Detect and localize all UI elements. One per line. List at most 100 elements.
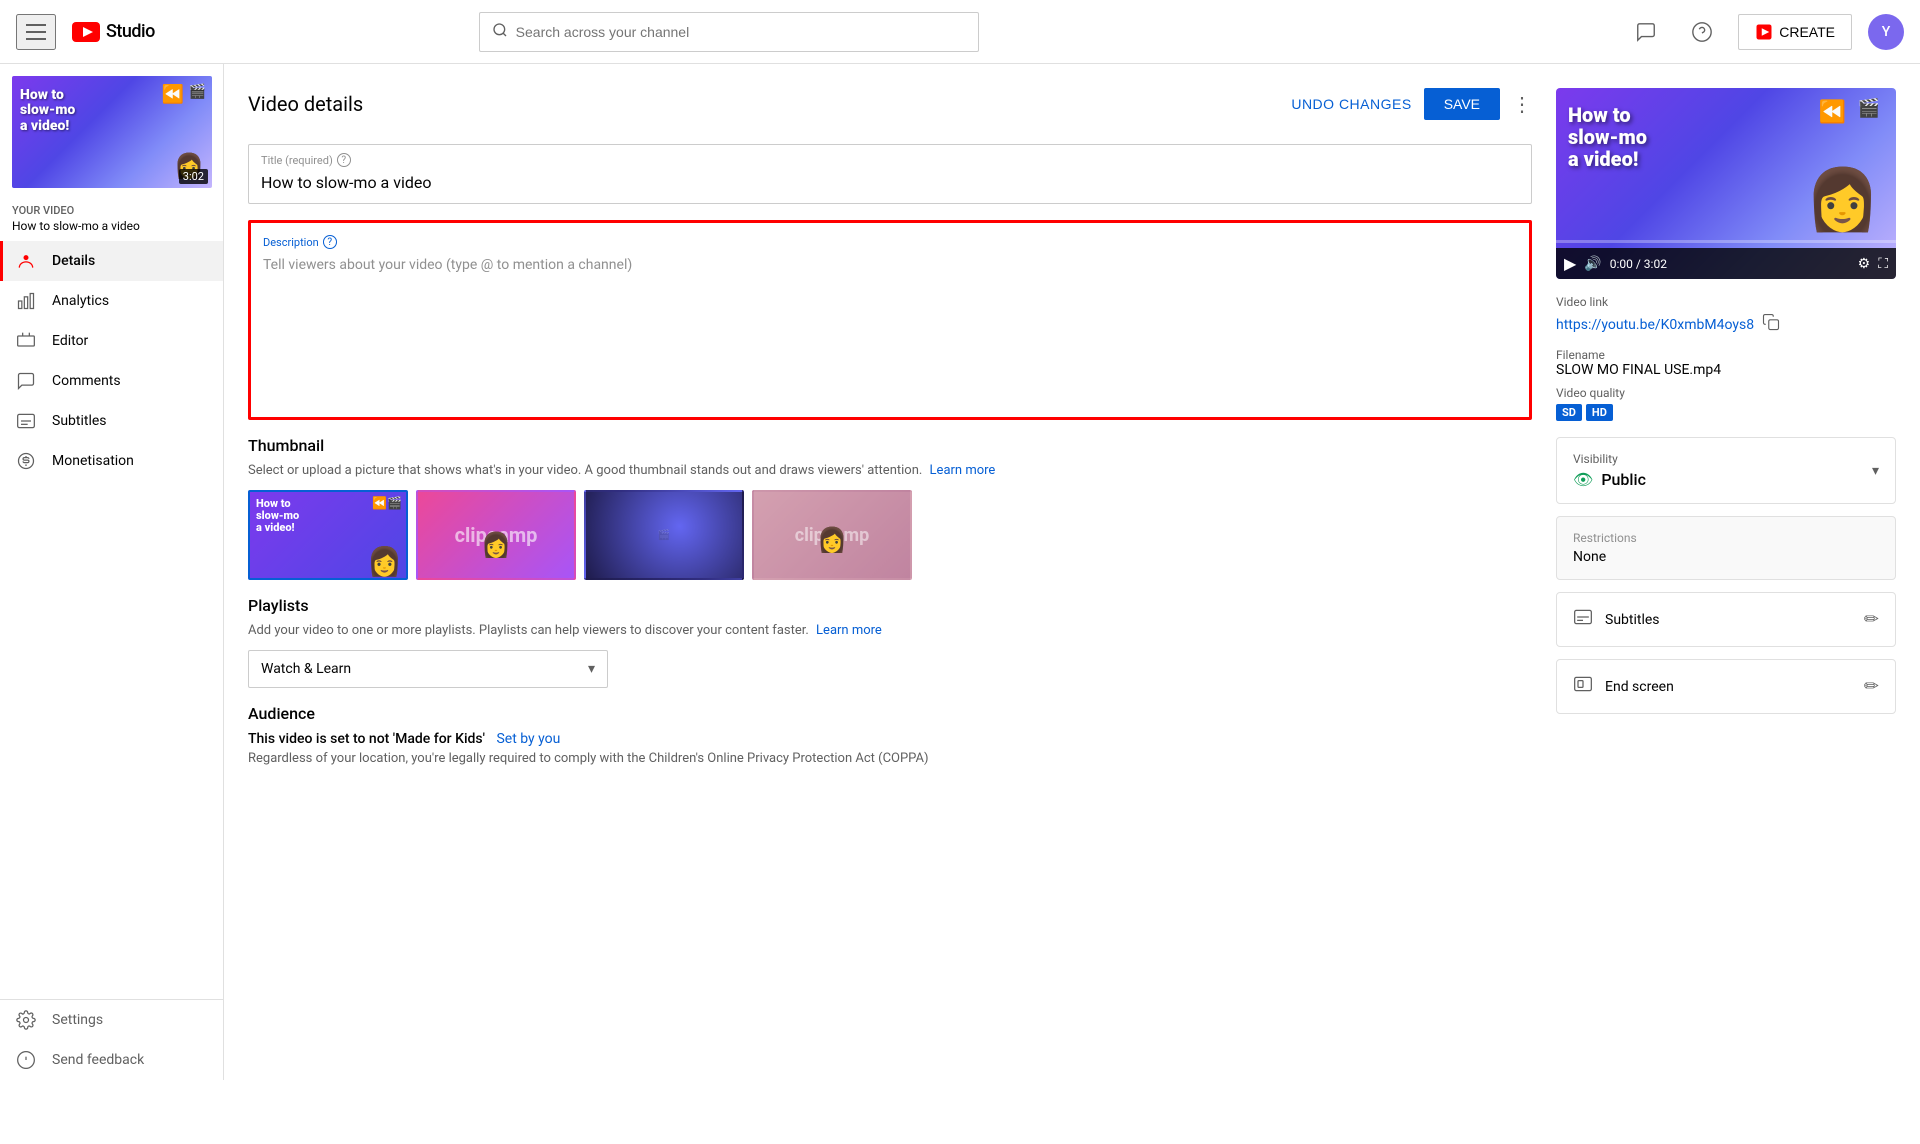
quality-label: Video quality: [1556, 386, 1896, 400]
playlist-dropdown[interactable]: Watch & Learn ▾: [248, 650, 608, 688]
video-link-row: https://youtu.be/K0xmbM4oys8: [1556, 313, 1896, 336]
sidebar-item-subtitles[interactable]: Subtitles: [0, 401, 223, 441]
audience-section: Audience This video is set to not 'Made …: [248, 704, 1532, 766]
end-screen-card-header[interactable]: End screen ✏: [1557, 660, 1895, 713]
quality-badges: SD HD: [1556, 404, 1896, 421]
sidebar-item-monetisation[interactable]: Monetisation: [0, 441, 223, 481]
public-eye-icon: 👁: [1573, 470, 1593, 489]
thumb-duration: 3:02: [179, 169, 208, 184]
playlists-title: Playlists: [248, 596, 1532, 615]
nav-right: CREATE Y: [1626, 12, 1904, 52]
visibility-label: Visibility: [1573, 452, 1646, 466]
title-label: Title (required) ?: [261, 153, 1519, 167]
video-settings-button[interactable]: ⚙: [1858, 256, 1871, 272]
volume-button[interactable]: 🔊: [1584, 256, 1601, 272]
subtitles-card-title: Subtitles: [1605, 612, 1660, 628]
thumbnail-option-2[interactable]: clipoamp 👩: [416, 490, 576, 580]
thumbnail-title: Thumbnail: [248, 436, 1532, 455]
copy-icon: [1762, 313, 1780, 331]
sidebar-item-settings[interactable]: Settings: [0, 1000, 223, 1040]
badge-hd: HD: [1586, 404, 1613, 421]
audience-title: Audience: [248, 704, 1532, 723]
save-button[interactable]: SAVE: [1424, 88, 1500, 120]
visibility-card[interactable]: Visibility 👁 Public ▾: [1556, 437, 1896, 504]
analytics-icon: [16, 291, 36, 311]
hamburger-menu[interactable]: [16, 14, 56, 50]
sidebar-item-label: Editor: [52, 333, 88, 349]
sidebar-item-send-feedback[interactable]: Send feedback: [0, 1040, 223, 1080]
editor-icon: [16, 331, 36, 351]
search-input[interactable]: [516, 24, 966, 40]
header-actions: UNDO CHANGES SAVE ⋮: [1291, 88, 1532, 120]
playlists-desc: Add your video to one or more playlists.…: [248, 623, 1532, 638]
visibility-value: Public: [1601, 470, 1646, 489]
copy-link-button[interactable]: [1762, 313, 1780, 336]
thumbnail-option-4[interactable]: clipoamp 👩: [752, 490, 912, 580]
form-section: Title (required) ? How to slow-mo a vide…: [248, 144, 1532, 766]
thumbnail-option-1[interactable]: How toslow-moa video! ⏪🎬 👩: [248, 490, 408, 580]
sidebar-item-details[interactable]: Details: [0, 241, 223, 281]
sidebar-item-analytics[interactable]: Analytics: [0, 281, 223, 321]
sidebar-item-editor[interactable]: Editor: [0, 321, 223, 361]
search-icon: [492, 22, 508, 42]
end-screen-card[interactable]: End screen ✏: [1556, 659, 1896, 714]
playlist-selected-value: Watch & Learn: [261, 661, 351, 677]
filename-item: Filename SLOW MO FINAL USE.mp4: [1556, 348, 1896, 378]
sidebar-item-label: Send feedback: [52, 1052, 144, 1068]
sidebar-video-title: How to slow-mo a video: [12, 219, 211, 233]
help-icon-button[interactable]: [1682, 12, 1722, 52]
more-options-button[interactable]: ⋮: [1512, 92, 1532, 117]
subtitles-card[interactable]: Subtitles ✏: [1556, 592, 1896, 647]
user-avatar[interactable]: Y: [1868, 14, 1904, 50]
settings-icon: [16, 1010, 36, 1030]
sidebar-nav: Details Analytics Editor Comments: [0, 241, 223, 481]
comments-icon-button[interactable]: [1626, 12, 1666, 52]
title-field-wrap[interactable]: Title (required) ? How to slow-mo a vide…: [248, 144, 1532, 204]
rewind-icon: ⏪: [162, 84, 184, 105]
thumbnail-option-3[interactable]: 🎬: [584, 490, 744, 580]
create-button[interactable]: CREATE: [1738, 14, 1852, 50]
play-button[interactable]: ▶: [1564, 254, 1576, 273]
create-icon: [1755, 23, 1773, 41]
description-field-wrap[interactable]: Description ? Tell viewers about your vi…: [248, 220, 1532, 420]
video-thumb-large: How toslow-moa video! ⏪ 🎬 👩 ▶ 🔊 0:00 / 3…: [1556, 88, 1896, 279]
sidebar-bottom: Settings Send feedback: [0, 999, 223, 1080]
end-screen-edit-icon[interactable]: ✏: [1864, 676, 1879, 697]
undo-changes-button[interactable]: UNDO CHANGES: [1291, 96, 1411, 112]
details-icon: [16, 251, 36, 271]
your-video-label: Your video: [12, 204, 211, 217]
main-content: Video details UNDO CHANGES SAVE ⋮ Title …: [224, 64, 1920, 1080]
video-link-label: Video link: [1556, 295, 1896, 309]
badge-sd: SD: [1556, 404, 1582, 421]
restrictions-card: Restrictions None: [1556, 516, 1896, 580]
thumbnail-learn-more[interactable]: Learn more: [930, 463, 996, 478]
set-by-link[interactable]: Set by you: [496, 731, 560, 747]
logo-link[interactable]: Studio: [72, 21, 155, 42]
playlists-learn-more[interactable]: Learn more: [816, 623, 882, 638]
description-help-icon[interactable]: ?: [323, 235, 337, 249]
sidebar-video-thumbnail: How toslow-moa video! ⏪ 🎬 👩 3:02: [0, 64, 223, 200]
video-progress-bar[interactable]: [1556, 240, 1896, 243]
visibility-header: Visibility 👁 Public ▾: [1557, 438, 1895, 503]
comments-icon: [16, 371, 36, 391]
fullscreen-button[interactable]: ⛶: [1878, 256, 1888, 272]
subtitles-icon: [16, 411, 36, 431]
video-link-url[interactable]: https://youtu.be/K0xmbM4oys8: [1556, 317, 1754, 333]
filename-value: SLOW MO FINAL USE.mp4: [1556, 362, 1896, 378]
sidebar-item-comments[interactable]: Comments: [0, 361, 223, 401]
sidebar-item-label: Monetisation: [52, 453, 134, 469]
quality-item: Video quality SD HD: [1556, 386, 1896, 421]
sidebar-item-label: Comments: [52, 373, 121, 389]
playlists-section: Playlists Add your video to one or more …: [248, 596, 1532, 688]
title-help-icon[interactable]: ?: [337, 153, 351, 167]
video-link-section: Video link https://youtu.be/K0xmbM4oys8: [1556, 295, 1896, 336]
video-thumbnail-image: How toslow-moa video! ⏪ 🎬 👩 3:02: [12, 76, 212, 188]
audience-desc: Regardless of your location, you're lega…: [248, 751, 1532, 766]
subtitles-edit-icon[interactable]: ✏: [1864, 609, 1879, 630]
time-display: 0:00 / 3:02: [1610, 257, 1850, 271]
end-screen-card-icon: [1573, 674, 1593, 699]
end-screen-card-title: End screen: [1605, 679, 1674, 695]
feedback-icon: [16, 1050, 36, 1070]
subtitles-card-header[interactable]: Subtitles ✏: [1557, 593, 1895, 646]
sidebar-item-label: Details: [52, 253, 95, 269]
